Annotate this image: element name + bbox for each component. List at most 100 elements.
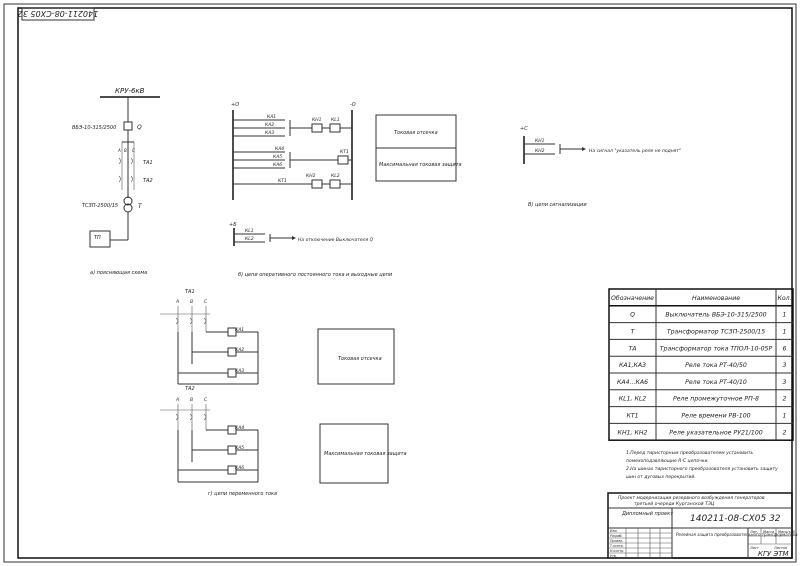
table-cell: Трансформатор тока ТПОЛ-10-05Р [660,345,773,352]
sub-target: На отключение Выключателя Q [298,237,374,243]
contact-ka1: КА1 [267,114,276,120]
dc-circuit-scheme: +О -О КА1 КА2 КА3 КН1 КL1 КА4 КА5 КА6 КТ… [229,102,462,278]
kt1-contact-label: КТ1 [278,178,287,184]
note-line-4: шин от дуговых перекрытий. [626,474,696,480]
spec-table: Обозначение Наименование Кол. Q Выключатель … [608,288,794,441]
dc-minus: -О [350,102,356,108]
tb-role: Провер. [610,539,623,543]
signal-kh2: КН2 [535,148,545,154]
kh1-label: КН1 [312,117,322,123]
dc-box-instant-label: Токовая отсечка [394,130,438,136]
ta1-secondary [175,317,207,325]
table-header-cell: Обозначение [611,294,654,302]
signal-kh1: КН1 [535,138,545,144]
note-line-1: 1.Перед тиристорным преобразователем уст… [626,450,753,456]
tb-project-2: третьей очереди Курганской ТЭЦ [634,501,715,507]
table-cell: Q [630,312,635,319]
kh2-label: КН2 [306,173,316,179]
ta1-coils [118,157,133,165]
sub-kl2: КL2 [245,236,254,242]
signal-plus: +С [520,126,528,132]
table-cell: ТА [628,345,636,352]
tb-code: 140211-08-СХ05 32 [690,514,781,524]
breaker-ref: Q [137,124,142,131]
table-cell: 6 [783,345,787,352]
caption-d: г) цепи переменного тока [208,491,277,497]
ac-ta2: ТА2 [185,386,195,392]
table-cell: Т [631,329,636,336]
table-cell: Реле промежуточное РП-8 [673,396,759,403]
dc-plus: +О [231,102,239,108]
bus-label: КРУ-6кВ [115,87,145,95]
table-cell: 3 [783,379,787,386]
table-cell: Реле тока РТ-40/50 [685,362,747,369]
signal-target: На сигнал "указатель реле не поднят" [589,148,681,154]
drawing-svg: 140211-08-СХ05 32 КРУ-6кВ ВБЭ-10-315/250… [3,3,798,563]
caption-a: а) поясняющая схема [90,270,147,276]
note-line-3: 2.На шинах тиристорного преобразователя … [626,466,778,472]
contact-ka2: КА2 [265,122,274,128]
ac-circuit-scheme: ТА1 А В С КА1 КА2 КА3 Токовая отсечка ТА… [160,289,407,497]
ta2-label: ТА2 [143,178,153,184]
phase-b: В [124,148,127,153]
phase-c: С [132,148,135,153]
kt1-coil [337,155,349,165]
tb-role: Разраб. [610,534,623,538]
table-cell: Выключатель ВБЭ-10-315/2500 [665,312,766,319]
table-cell: 1 [783,413,787,420]
kl2-coil [329,179,341,189]
ac-phase-a1: А [175,299,179,305]
table-header-cell: Наименование [692,295,740,302]
note-line-2: помехоподавляющие R-C цепочки. [626,458,709,464]
tb-project-1: Проект модернизации резервного возбужден… [618,495,765,501]
tb-mass: Масса [763,530,774,534]
ta1-label: ТА1 [143,160,153,166]
ta2-coils [118,175,133,183]
tb-roles: Изм.Разраб.Провер.Т.контр.Н.контр.Утв. [608,528,672,559]
phase-a: А [117,148,121,153]
ac-phase-c1: С [204,299,208,305]
notes: 1.Перед тиристорным преобразователем уст… [626,450,778,480]
tb-org: КГУ ЭТМ [758,550,789,558]
table-cell: Реле тока РТ-40/10 [685,379,747,386]
ac-phase-b2: В [190,397,193,403]
converter-label: ТП [94,235,101,241]
ac-ta1: ТА1 [185,289,195,295]
rotated-code: 140211-08-СХ05 32 [18,9,98,18]
tb-role: Изм. [610,529,618,533]
transformer-ref: Т [138,203,143,210]
ac-phase-b1: В [190,299,193,305]
kt1-label: КТ1 [340,149,349,155]
contact-ka3: КА3 [265,130,274,136]
dc-box-overcurrent-label: Максимальная токовая защита [379,162,462,168]
table-cell: КА4...КА6 [617,379,648,386]
table-cell: 1 [783,312,787,319]
ac-box-overcurrent-label: Максимальная токовая защита [324,451,407,457]
table-cell: Реле указательное РУ21/100 [669,429,762,436]
drawing-sheet: 140211-08-СХ05 32 КРУ-6кВ ВБЭ-10-315/250… [0,0,800,566]
table-cell: 3 [783,362,787,369]
ac-phase-a2: А [175,397,179,403]
tb-scale: Масштаб [778,530,795,534]
table-cell: КТ1 [626,413,638,420]
table-cell: КА1,КА3 [619,362,646,369]
sub-kl1: КL1 [245,228,254,234]
tb-role: Утв. [610,554,617,558]
kl1-label: КL1 [331,117,340,123]
tb-role: Н.контр. [610,549,624,553]
kh2-coil [311,179,323,189]
kl2-label: КL2 [331,173,340,179]
kl1-coil [329,123,341,133]
table-cell: КН1, КН2 [618,429,648,436]
caption-c: В) цепи сигнализации [528,202,587,208]
transformer-type: ТСЗП-2500/15 [82,203,118,209]
caption-b: б) цепи оперативного постоянного тока и … [238,272,393,278]
contact-ka6: КА6 [273,162,282,168]
table-cell: 2 [783,429,787,436]
breaker-type: ВБЭ-10-315/2500 [72,125,116,131]
tb-role: Т.контр. [610,544,624,548]
sub-plus: +Б [229,222,237,228]
table-cell: Реле времени РВ-100 [681,413,750,420]
table-cell: 2 [783,396,787,403]
table-cell: 1 [783,329,787,336]
